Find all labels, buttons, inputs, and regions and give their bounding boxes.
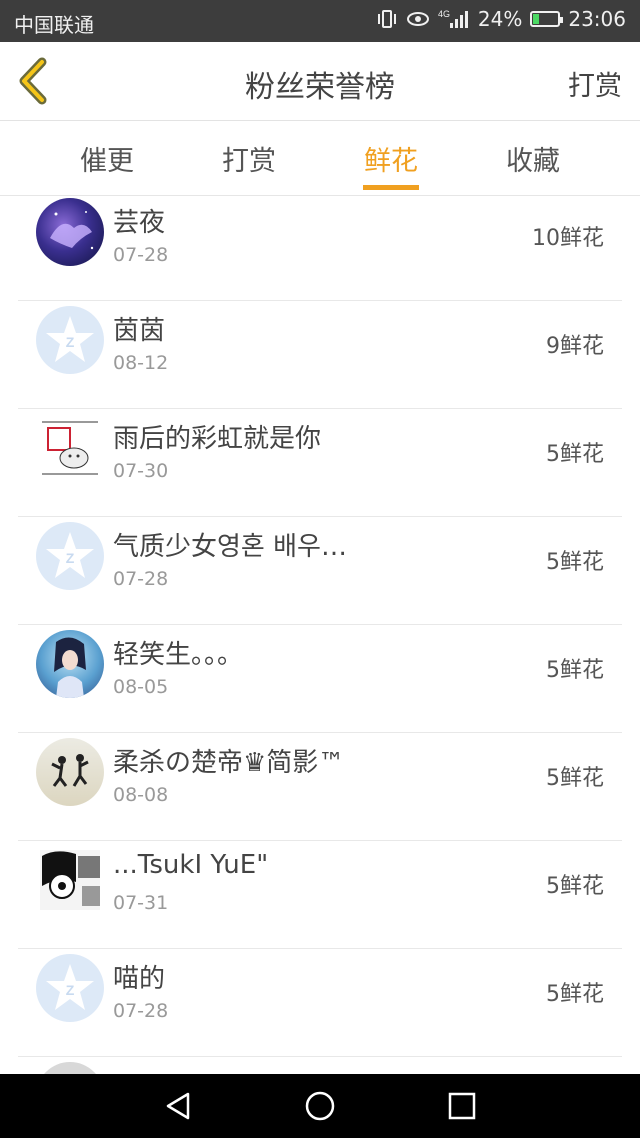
avatar <box>36 846 104 914</box>
square-recents-icon <box>448 1092 476 1120</box>
fan-name: 喵的 <box>113 964 166 994</box>
fan-date: 07-28 <box>113 568 169 590</box>
battery-percent: 24% <box>477 7 523 31</box>
tab-flowers[interactable]: 鲜花 <box>364 139 418 178</box>
list-item[interactable]: Z 喵的 07-28 5鲜花 <box>18 948 622 1057</box>
status-icons: 4G 24% 23:06 <box>376 7 626 31</box>
vibrate-icon <box>376 9 398 29</box>
avatar <box>36 1062 104 1074</box>
flower-count: 9鲜花 <box>546 334 604 359</box>
triangle-back-icon <box>166 1092 190 1120</box>
flower-count: 5鲜花 <box>546 550 604 575</box>
flower-count: 5鲜花 <box>546 982 604 1007</box>
fan-name: 芸夜 <box>113 208 166 238</box>
fan-name: 柔杀の楚帝♛简影™ <box>113 748 345 778</box>
list-item[interactable]: 芸夜 07-28 10鲜花 <box>18 196 622 301</box>
status-bar: 中国联通 4G 24% 23:06 <box>0 0 640 42</box>
avatar <box>36 414 104 482</box>
battery-icon <box>530 11 564 27</box>
default-avatar-icon: Z <box>36 954 104 1022</box>
network-type: 4G <box>438 9 450 19</box>
carrier-name: 中国联通 <box>14 13 94 37</box>
flower-count: 10鲜花 <box>532 226 604 251</box>
reward-button[interactable]: 打赏 <box>568 64 622 103</box>
fan-name: 茵茵 <box>113 316 166 346</box>
flower-count: 5鲜花 <box>546 658 604 683</box>
flower-count: 5鲜花 <box>546 874 604 899</box>
ranking-list: 芸夜 07-28 10鲜花 Z 茵茵 08-12 9鲜花 雨后的彩虹就是你 07… <box>0 196 640 1074</box>
list-item[interactable]: ...TsukI YuE" 07-31 5鲜花 <box>18 840 622 949</box>
page-title: 粉丝荣誉榜 <box>245 70 395 105</box>
fan-date: 08-05 <box>113 676 169 698</box>
tab-urge[interactable]: 催更 <box>80 139 134 178</box>
avatar <box>36 630 104 698</box>
tab-bar: 催更 打赏 鲜花 收藏 <box>0 121 640 196</box>
fan-date: 08-12 <box>113 352 169 374</box>
default-avatar-icon: Z <box>36 306 104 374</box>
flower-count: 5鲜花 <box>546 766 604 791</box>
fan-name: ...TsukI YuE" <box>113 850 269 880</box>
list-item[interactable]: Z 茵茵 08-12 9鲜花 <box>18 300 622 409</box>
eye-icon <box>406 10 430 28</box>
nav-recents-button[interactable] <box>444 1088 480 1124</box>
list-item[interactable]: Z 气质少女영혼 배우… 07-28 5鲜花 <box>18 516 622 625</box>
clock: 23:06 <box>568 7 626 31</box>
flower-count: 5鲜花 <box>546 442 604 467</box>
fan-name: 轻笑生。。。 <box>113 640 244 670</box>
svg-text:Z: Z <box>66 334 75 350</box>
fan-name: 气质少女영혼 배우… <box>113 532 347 562</box>
fan-date: 08-08 <box>113 784 169 806</box>
fan-date: 07-31 <box>113 892 169 914</box>
fan-date: 07-30 <box>113 460 169 482</box>
signal-icon: 4G <box>438 8 470 30</box>
top-bar: 粉丝荣誉榜 打赏 <box>0 42 640 121</box>
circle-home-icon <box>305 1091 335 1121</box>
avatar <box>36 738 104 806</box>
list-item[interactable]: 柔杀の楚帝♛简影™ 08-08 5鲜花 <box>18 732 622 841</box>
list-item[interactable]: 雨后的彩虹就是你 07-30 5鲜花 <box>18 408 622 517</box>
nav-home-button[interactable] <box>302 1088 338 1124</box>
fan-date: 07-28 <box>113 244 169 266</box>
tab-reward[interactable]: 打赏 <box>222 139 276 178</box>
list-item[interactable]: 轻笑生。。。 08-05 5鲜花 <box>18 624 622 733</box>
system-nav-bar <box>0 1074 640 1138</box>
nav-back-button[interactable] <box>160 1088 196 1124</box>
fan-date: 07-28 <box>113 1000 169 1022</box>
active-tab-indicator <box>363 185 419 190</box>
fan-name: 雨后的彩虹就是你 <box>113 424 322 454</box>
list-item-partial[interactable] <box>18 1056 622 1074</box>
svg-text:Z: Z <box>66 982 75 998</box>
tab-favorites[interactable]: 收藏 <box>506 139 560 178</box>
default-avatar-icon: Z <box>36 522 104 590</box>
battery-level <box>533 14 540 24</box>
avatar <box>36 198 104 266</box>
svg-text:Z: Z <box>66 550 75 566</box>
